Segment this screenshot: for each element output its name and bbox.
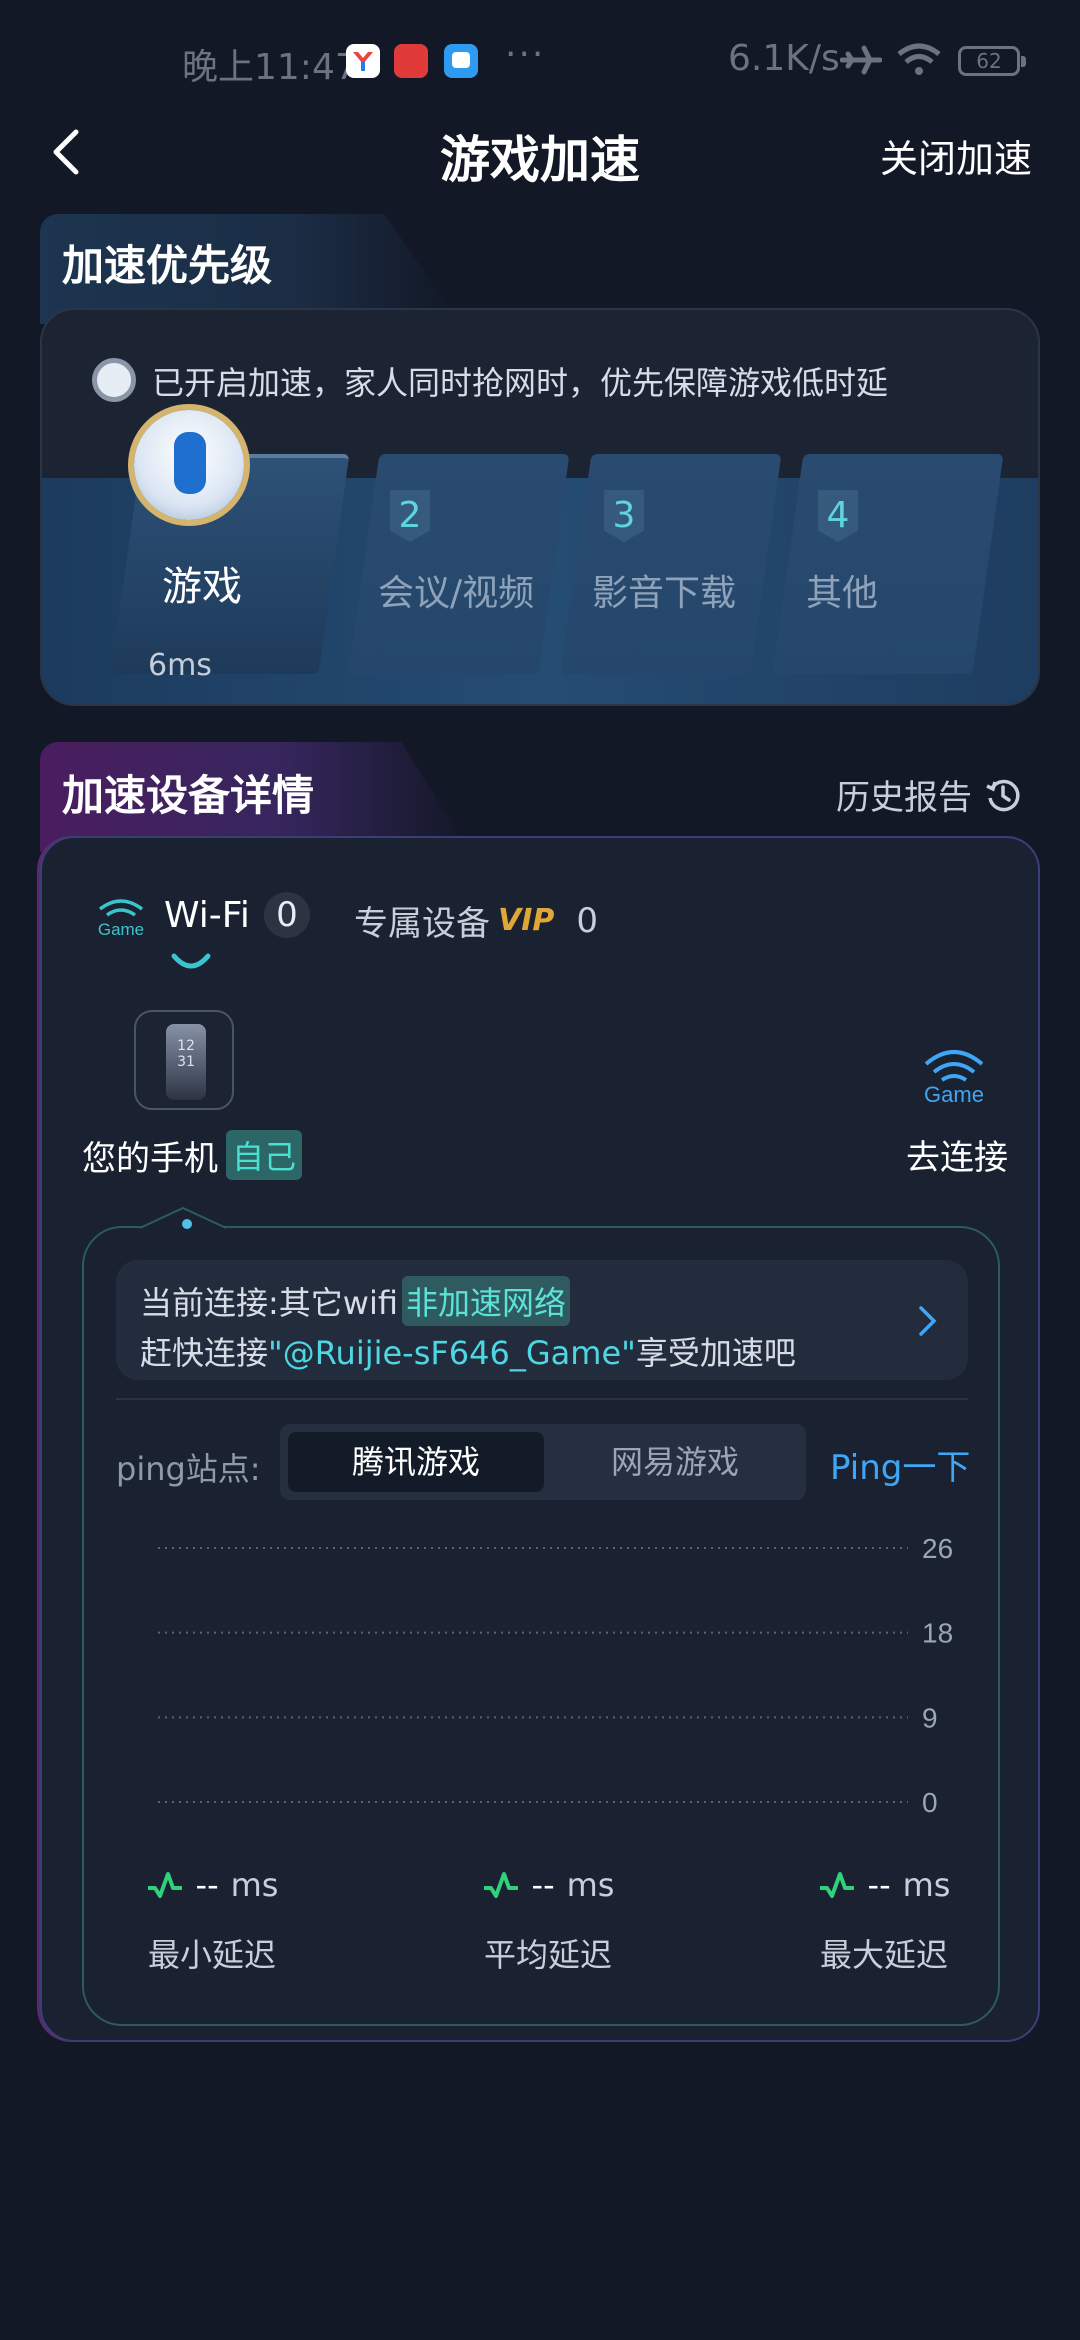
vip-count: 0 xyxy=(576,900,599,941)
priority-notice: 已开启加速，家人同时抢网时，优先保障游戏低时延 xyxy=(152,364,889,402)
game-wifi-connect-icon[interactable]: Game xyxy=(914,1040,994,1107)
network-speed: 6.1K/s xyxy=(728,38,840,79)
stat-label: 平均延迟 xyxy=(483,1936,612,1974)
close-accel-button[interactable]: 关闭加速 xyxy=(880,128,1032,183)
connect-prompt-line: 赶快连接"@Ruijie-sF646_Game"享受加速吧 xyxy=(140,1328,796,1374)
pointer-dot xyxy=(182,1219,192,1229)
history-report-button[interactable]: 历史报告 xyxy=(836,770,1022,819)
non-accel-badge: 非加速网络 xyxy=(402,1276,571,1326)
phone-clock: 12 31 xyxy=(177,1038,195,1070)
wifi-count-badge: 0 xyxy=(263,892,310,938)
history-label: 历史报告 xyxy=(836,778,972,818)
pulse-icon xyxy=(147,1872,182,1898)
stat-label: 最大延迟 xyxy=(819,1936,948,1974)
vip-tab-label: 专属设备 xyxy=(354,904,490,944)
game-icon-text: Game xyxy=(98,920,144,937)
stat-max-latency: -- ms 最大延迟 xyxy=(774,1866,994,1976)
history-icon xyxy=(986,779,1020,811)
phone-icon: 12 31 xyxy=(166,1024,206,1100)
chart-y-tick-label: 26 xyxy=(922,1533,953,1564)
ping-option-tencent[interactable]: 腾讯游戏 xyxy=(288,1432,544,1492)
self-tag: 自己 xyxy=(226,1130,303,1180)
stat-value: -- xyxy=(531,1866,555,1904)
app-icon-1 xyxy=(346,44,380,78)
ping-site-selector: 腾讯游戏 网易游戏 xyxy=(280,1424,806,1500)
priority-section-title: 加速优先级 xyxy=(62,241,273,290)
priority-item-label: 影音下载 xyxy=(592,573,737,614)
priority-item-label: 游戏 xyxy=(162,564,242,610)
battery-icon: 62 xyxy=(958,46,1026,76)
stat-unit: ms xyxy=(902,1866,951,1904)
priority-item-label: 会议/视频 xyxy=(378,573,535,614)
status-time: 晚上11:47 xyxy=(182,47,358,88)
devices-section-title: 加速设备详情 xyxy=(62,771,315,820)
app-icon-3 xyxy=(444,44,478,78)
stat-value: -- xyxy=(867,1866,891,1904)
chevron-right-icon[interactable] xyxy=(918,1304,938,1338)
game-medal-icon xyxy=(134,410,244,520)
chart-y-tick-label: 18 xyxy=(922,1618,953,1649)
ping-button[interactable]: Ping一下 xyxy=(830,1440,970,1489)
stat-min-latency: -- ms 最小延迟 xyxy=(102,1866,322,1976)
wifi-tab-label: Wi-Fi xyxy=(164,894,250,936)
latency-chart-svg: 26 18 9 0 xyxy=(158,1533,953,1818)
wifi-status-icon xyxy=(896,42,942,87)
chart-y-tick-label: 9 xyxy=(922,1702,938,1733)
tab-indicator xyxy=(168,950,214,980)
stat-value: -- xyxy=(195,1866,219,1904)
connect-prompt-suffix: 享受加速吧 xyxy=(635,1334,796,1372)
connect-prompt-prefix: 赶快连接 xyxy=(140,1334,269,1372)
stat-label: 最小延迟 xyxy=(147,1936,276,1974)
router-icon xyxy=(92,358,136,402)
app-icon-2 xyxy=(394,44,428,78)
stat-unit: ms xyxy=(230,1866,279,1904)
pulse-icon xyxy=(819,1872,854,1898)
connection-status-line: 当前连接:其它wifi 非加速网络 xyxy=(140,1276,571,1326)
airplane-icon xyxy=(839,42,883,87)
stat-avg-latency: -- ms 平均延迟 xyxy=(438,1866,658,1976)
ping-site-label: ping站点: xyxy=(116,1450,261,1488)
chart-y-tick-label: 0 xyxy=(922,1787,938,1818)
status-bar: 晚上11:47 ··· 6.1K/s 62 xyxy=(0,0,1080,120)
go-connect-button[interactable]: 去连接 xyxy=(906,1130,1008,1179)
game-wifi-icon: Game xyxy=(98,899,144,937)
tab-wifi[interactable]: Game Wi-Fi 0 xyxy=(92,892,310,938)
divider xyxy=(116,1398,968,1400)
priority-item-label: 其他 xyxy=(806,573,879,614)
target-ssid: "@Ruijie-sF646_Game" xyxy=(268,1334,636,1372)
vip-badge-icon: VIP xyxy=(498,903,555,938)
current-connection-text: 当前连接:其它wifi xyxy=(140,1284,399,1322)
stat-unit: ms xyxy=(566,1866,615,1904)
latency-chart: 26 18 9 0 xyxy=(150,1520,970,1820)
my-phone-label-row: 您的手机 自己 xyxy=(82,1130,303,1180)
more-notifications-icon: ··· xyxy=(505,34,546,75)
ping-option-netease[interactable]: 网易游戏 xyxy=(552,1432,798,1492)
priority-card: 已开启加速，家人同时抢网时，优先保障游戏低时延 游戏 6ms 2 会议/视频 3… xyxy=(40,308,1040,706)
game-latency: 6ms xyxy=(148,648,212,683)
pulse-icon xyxy=(483,1872,518,1898)
tab-exclusive-devices[interactable]: 专属设备 VIP 0 xyxy=(354,896,598,945)
my-phone-label: 您的手机 xyxy=(82,1138,218,1179)
game-icon-text: Game xyxy=(924,1082,984,1104)
my-phone-device[interactable]: 12 31 xyxy=(134,1010,234,1110)
